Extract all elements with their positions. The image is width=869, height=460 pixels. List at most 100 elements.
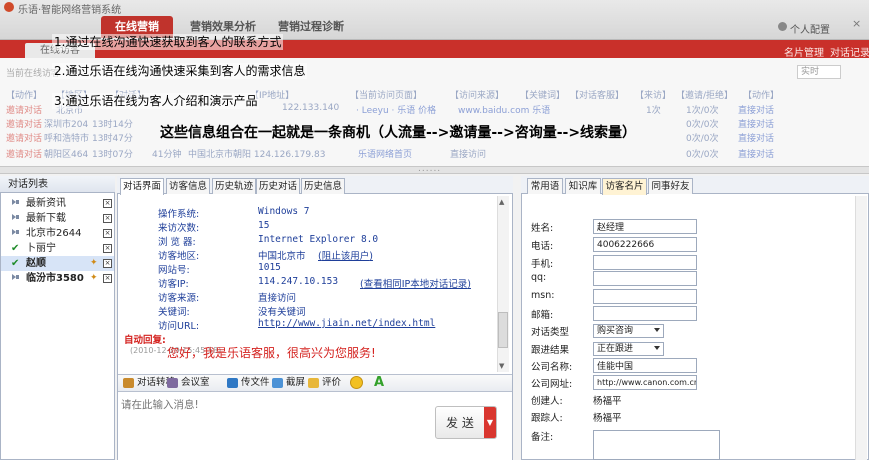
scroll-down-icon[interactable]: ▼ (499, 362, 504, 370)
screenshot-icon[interactable] (272, 378, 283, 388)
tab-common-phrases[interactable]: 常用语 (527, 178, 563, 194)
tab-visitor-info[interactable]: 访客信息 (166, 178, 210, 194)
follow-up-value: 正在跟进 (597, 344, 634, 354)
tab-history-dialog[interactable]: 历史对话 (256, 178, 300, 194)
website-field[interactable] (593, 375, 697, 390)
send-options-icon[interactable]: ▼ (484, 407, 496, 438)
tab-visitor-card[interactable]: 访客名片 (602, 178, 647, 195)
visit-url-link[interactable]: http://www.jiain.net/index.html (258, 318, 435, 329)
scroll-up-icon[interactable]: ▲ (499, 198, 504, 206)
same-ip-records-label[interactable]: 查看相同IP本地对话记录 (364, 279, 468, 290)
tab-knowledge-base[interactable]: 知识库 (565, 178, 601, 194)
info-value: 1015 (258, 262, 281, 273)
dialog-item[interactable]: 最新下载 × (1, 211, 114, 226)
font-icon[interactable]: A (374, 375, 384, 390)
close-icon[interactable]: × (852, 18, 864, 30)
column-header: 【对话客服】 (570, 91, 625, 101)
tab-colleagues[interactable]: 同事好友 (648, 178, 693, 194)
send-file-icon[interactable] (227, 378, 238, 388)
dialog-records-link[interactable]: 对话记录 (830, 44, 869, 59)
company-field[interactable] (593, 358, 697, 373)
note-field[interactable] (593, 430, 720, 460)
table-cell[interactable]: 邀请对话 (6, 117, 42, 130)
column-header: 【邀请/拒绝】 (676, 91, 734, 101)
same-ip-records-link[interactable]: (查看相同IP本地对话记录) (360, 276, 471, 290)
table-cell[interactable]: 乐语网络首页 (358, 147, 412, 160)
qq-field[interactable] (593, 271, 697, 286)
table-cell[interactable]: 邀请对话 (6, 147, 42, 160)
auto-reply-message: 您好，我是乐语客服，很高兴为您服务! (167, 346, 376, 360)
table-cell: 0次/0次 (686, 134, 719, 144)
dialog-item-label: 最新下载 (26, 213, 66, 224)
tab-dialog[interactable]: 对话界面 (120, 178, 164, 195)
info-label: 操作系统: (158, 209, 200, 220)
email-field[interactable] (593, 306, 697, 321)
close-icon[interactable]: × (103, 214, 112, 223)
table-cell[interactable]: · Leeyu · 乐语 价格 (356, 103, 436, 116)
block-user-label[interactable]: 阻止该用户 (322, 251, 370, 262)
table-cell[interactable]: 邀请对话 (6, 131, 42, 144)
scroll-thumb[interactable] (498, 312, 508, 348)
qq-label: qq: (531, 272, 547, 283)
dialog-item-label: 卜丽宁 (26, 243, 56, 254)
chevron-down-icon[interactable] (654, 328, 660, 332)
annotation-1: 1.通过在线沟通快速获取到客人的联系方式 (52, 34, 284, 50)
app-logo-icon (4, 2, 14, 12)
close-icon[interactable]: × (103, 259, 112, 268)
nav-tab-process-diagnosis[interactable]: 营销过程诊断 (278, 16, 344, 38)
table-cell[interactable]: 直接对话 (738, 117, 774, 130)
close-icon[interactable]: × (103, 199, 112, 208)
column-header: 【访问来源】 (450, 91, 505, 101)
chevron-down-icon[interactable] (654, 346, 660, 350)
column-header: 【来访】 (635, 91, 672, 101)
table-cell: 1次 (646, 106, 661, 116)
mobile-field[interactable] (593, 255, 697, 270)
msn-label: msn: (531, 290, 555, 301)
table-cell[interactable]: 直接对话 (738, 131, 774, 144)
dialog-item[interactable]: ✔ 卜丽宁 × (1, 241, 114, 256)
dialog-type-select[interactable]: 购买咨询 (593, 324, 664, 338)
close-icon[interactable]: × (103, 274, 112, 283)
follow-up-select[interactable]: 正在跟进 (593, 342, 664, 356)
table-cell[interactable]: 邀请对话 (6, 103, 42, 116)
close-icon[interactable]: × (103, 244, 112, 253)
dialog-item[interactable]: 临汾市3580 ✦ × (1, 271, 114, 286)
check-icon: ✔ (11, 243, 20, 254)
flag-icon: ✦ (90, 258, 98, 268)
card-management-link[interactable]: 名片管理 (784, 44, 824, 59)
tab-history-track[interactable]: 历史轨迹 (212, 178, 256, 194)
dialog-item[interactable]: 最新资讯 × (1, 196, 114, 211)
screenshot-button[interactable]: 截屏 (286, 377, 305, 389)
meeting-room-icon[interactable] (167, 378, 178, 388)
follow-up-label: 跟进结果 (531, 345, 570, 356)
msn-field[interactable] (593, 289, 697, 304)
card-scrollbar[interactable] (855, 196, 867, 460)
table-cell[interactable]: 直接对话 (738, 147, 774, 160)
table-cell: 13时07分 (92, 150, 133, 160)
refresh-select[interactable]: 实时 (797, 65, 841, 79)
mobile-label: 手机: (531, 259, 554, 270)
dialog-item[interactable]: 北京市2644 × (1, 226, 114, 241)
rate-icon[interactable] (308, 378, 319, 388)
splitter-grip-icon[interactable]: ...... (418, 165, 441, 174)
dialog-item-selected[interactable]: ✔ 赵顺 ✦ × (1, 256, 114, 271)
block-user-link[interactable]: (阻止该用户) (318, 248, 373, 262)
emoji-icon[interactable] (350, 376, 363, 389)
table-cell[interactable]: www.baidu.com 乐语 (458, 103, 550, 116)
transfer-icon[interactable] (123, 378, 134, 388)
table-cell[interactable]: 直接对话 (738, 103, 774, 116)
user-settings-link[interactable]: 个人配置 (790, 21, 830, 36)
tab-history-info[interactable]: 历史信息 (301, 178, 345, 194)
phone-field[interactable] (593, 237, 697, 252)
info-label: 访客IP: (158, 279, 189, 290)
table-row[interactable]: 邀请对话 朝阳区464 13时07分 41分钟 中国北京市朝阳 124.126.… (0, 147, 869, 160)
send-file-button[interactable]: 传文件 (241, 377, 270, 389)
dialog-item-label: 赵顺 (26, 258, 46, 269)
info-value: 直接访问 (258, 293, 297, 304)
name-field[interactable] (593, 219, 697, 234)
meeting-room-button[interactable]: 会议室 (181, 377, 210, 389)
close-icon[interactable]: × (103, 229, 112, 238)
tracker-label: 跟踪人: (531, 413, 563, 424)
rate-button[interactable]: 评价 (322, 377, 341, 389)
dialog-item-label: 北京市2644 (26, 228, 82, 239)
